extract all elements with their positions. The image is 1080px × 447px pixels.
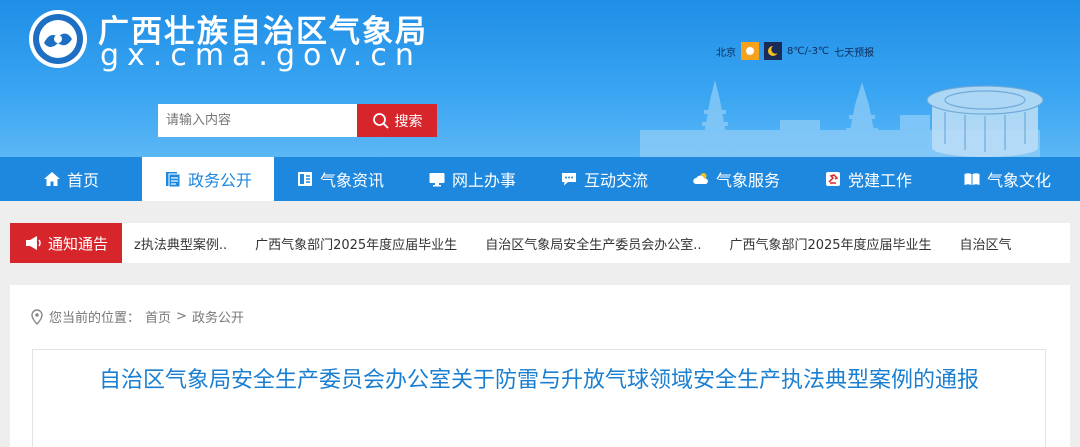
nav-item-label: 首页 <box>66 171 99 190</box>
article-box: 自治区气象局安全生产委员会办公室关于防雷与升放气球领域安全生产执法典型案例的通报 <box>32 349 1046 447</box>
notice-item[interactable]: 自治区气 <box>960 234 1012 253</box>
monitor-icon <box>429 173 445 187</box>
notice-bar: 通知通告 z执法典型案例.. 广西气象部门2025年度应届毕业生 自治区气象局安… <box>10 223 1070 263</box>
city-skyline-illustration <box>640 80 1044 157</box>
news-icon <box>297 172 312 186</box>
nav-item-label: 政务公开 <box>187 171 252 190</box>
seven-day-forecast-link[interactable]: 七天预报 <box>834 44 874 59</box>
search-button[interactable]: 搜索 <box>357 104 437 137</box>
book-icon <box>964 173 980 185</box>
main-nav: 首页 政务公开 气象资讯 网上办事 互动交流 气象服务 党建工作 气象文化 <box>0 157 1080 201</box>
breadcrumb-separator: > <box>176 309 187 324</box>
nav-item-party-building[interactable]: 党建工作 <box>802 157 934 201</box>
party-icon <box>825 172 840 186</box>
weather-widget: 北京 8℃/-3℃ 七天预报 <box>716 42 874 60</box>
sun-icon <box>741 42 759 60</box>
search-bar: 搜索 <box>158 104 437 137</box>
search-icon <box>372 112 389 129</box>
weather-city: 北京 <box>716 47 736 59</box>
nav-item-label: 气象资讯 <box>319 171 384 190</box>
cma-logo-icon[interactable] <box>28 9 88 69</box>
breadcrumb-current-link[interactable]: 政务公开 <box>192 307 244 326</box>
nav-item-label: 气象文化 <box>986 171 1051 190</box>
megaphone-icon <box>25 236 41 250</box>
nav-item-label: 气象服务 <box>715 171 780 190</box>
search-button-label: 搜索 <box>394 113 423 130</box>
nav-item-label: 互动交流 <box>583 171 648 190</box>
notice-ticker: z执法典型案例.. 广西气象部门2025年度应届毕业生 自治区气象局安全生产委员… <box>134 223 1040 263</box>
document-icon <box>165 172 181 188</box>
home-icon <box>43 172 60 186</box>
search-input[interactable] <box>158 104 357 137</box>
nav-item-government-affairs[interactable]: 政务公开 <box>142 157 274 201</box>
article-title: 自治区气象局安全生产委员会办公室关于防雷与升放气球领域安全生产执法典型案例的通报 <box>98 368 979 393</box>
notice-item[interactable]: z执法典型案例.. <box>134 234 227 253</box>
nav-item-weather-culture[interactable]: 气象文化 <box>934 157 1080 201</box>
notice-item[interactable]: 自治区气象局安全生产委员会办公室.. <box>485 234 701 253</box>
nav-item-weather-news[interactable]: 气象资讯 <box>274 157 406 201</box>
breadcrumb-prefix: 您当前的位置： <box>49 311 141 326</box>
content-panel: 您当前的位置： 首页 > 政务公开 自治区气象局安全生产委员会办公室关于防雷与升… <box>10 285 1070 447</box>
nav-item-weather-services[interactable]: 气象服务 <box>670 157 802 201</box>
nav-item-home[interactable]: 首页 <box>0 157 142 201</box>
nav-item-interaction[interactable]: 互动交流 <box>538 157 670 201</box>
nav-item-online-services[interactable]: 网上办事 <box>406 157 538 201</box>
nav-item-label: 党建工作 <box>847 171 912 190</box>
breadcrumb: 您当前的位置： 首页 > 政务公开 <box>30 307 244 326</box>
notice-item[interactable]: 广西气象部门2025年度应届毕业生 <box>729 234 931 253</box>
weather-temperature: 8℃/-3℃ <box>787 45 830 57</box>
site-domain: gx.cma.gov.cn <box>100 38 422 73</box>
cloud-icon <box>693 173 708 184</box>
notice-item[interactable]: 广西气象部门2025年度应届毕业生 <box>255 234 457 253</box>
chat-icon <box>561 173 576 186</box>
breadcrumb-home-link[interactable]: 首页 <box>145 307 171 326</box>
location-pin-icon <box>31 308 43 325</box>
notice-label: 通知通告 <box>10 223 122 263</box>
nav-item-label: 网上办事 <box>451 171 516 190</box>
notice-label-text: 通知通告 <box>47 234 108 253</box>
moon-icon <box>764 42 782 60</box>
header-banner: 广西壮族自治区气象局 gx.cma.gov.cn 北京 8℃/-3℃ 七天预报 … <box>0 0 1080 157</box>
